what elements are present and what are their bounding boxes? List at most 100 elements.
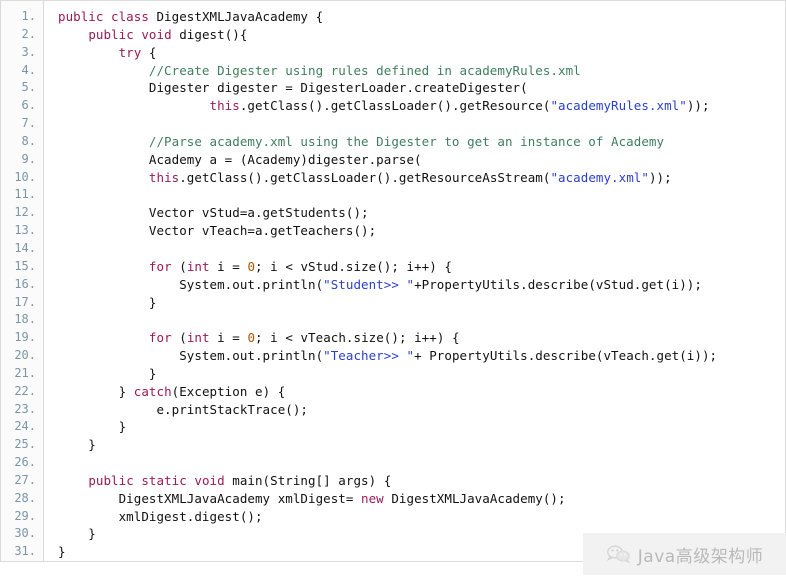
code-token-kw: int [186, 330, 210, 346]
code-line[interactable]: } [58, 418, 785, 436]
code-token-pln: digest(){ [179, 26, 248, 42]
code-token-pln: Digester digester = DigesterLoader.creat… [58, 80, 528, 96]
line-number: 3. [21, 44, 36, 59]
code-token-kw: new [361, 490, 384, 506]
code-line[interactable] [58, 311, 785, 329]
code-line[interactable]: public class DigestXMLJavaAcademy { [58, 8, 785, 26]
line-number: 7. [21, 116, 36, 131]
code-line[interactable]: xmlDigest.digest(); [58, 508, 785, 526]
wechat-logo-icon [606, 544, 632, 564]
code-line[interactable] [58, 115, 785, 133]
line-number: 6. [21, 98, 36, 113]
code-line[interactable]: System.out.println("Student>> "+Property… [58, 276, 785, 294]
code-line[interactable]: this.getClass().getClassLoader().getReso… [58, 97, 785, 115]
code-line[interactable]: this.getClass().getClassLoader().getReso… [58, 169, 785, 187]
code-token-pln: i = [209, 330, 248, 346]
code-token-str: "academy.xml" [550, 169, 649, 185]
line-number: 28. [14, 490, 36, 505]
code-line[interactable] [58, 186, 785, 204]
line-number: 11. [14, 187, 36, 202]
code-line[interactable]: for (int i = 0; i < vStud.size(); i++) { [58, 258, 785, 276]
code-line[interactable]: Vector vStud=a.getStudents(); [58, 204, 785, 222]
code-token-pln: DigestXMLJavaAcademy(); [383, 490, 566, 506]
code-token-str: "academyRules.xml" [550, 98, 687, 114]
line-number: 9. [21, 151, 36, 166]
code-token-pln: } [58, 294, 157, 310]
code-token-pln: e.printStackTrace(); [58, 401, 308, 417]
code-line[interactable]: for (int i = 0; i < vTeach.size(); i++) … [58, 329, 785, 347]
line-number: 23. [14, 401, 36, 416]
code-line[interactable]: } catch(Exception e) { [58, 383, 785, 401]
code-token-pln: +PropertyUtils.describe(vStud.get(i)); [414, 276, 702, 292]
code-content[interactable]: public class DigestXMLJavaAcademy { publ… [44, 1, 785, 561]
code-line[interactable]: Vector vTeach=a.getTeachers(); [58, 222, 785, 240]
code-line[interactable]: } [58, 294, 785, 312]
code-token-kw: this [209, 98, 240, 114]
code-token-kw: int [186, 258, 210, 274]
code-token-pln: { [141, 44, 157, 60]
code-token-pln: } [58, 526, 96, 542]
code-token-kw: public static void [88, 472, 233, 488]
code-token-pln: ; i < vStud.size(); i++) { [255, 258, 452, 274]
code-token-kw: for [148, 330, 172, 346]
code-line[interactable]: Digester digester = DigesterLoader.creat… [58, 79, 785, 97]
code-token-pln: .getClass().getClassLoader().getResource… [179, 169, 551, 185]
code-line[interactable]: //Parse academy.xml using the Digester t… [58, 133, 785, 151]
line-number: 26. [14, 455, 36, 470]
line-number: 2. [21, 26, 36, 41]
code-token-kw: for [148, 258, 172, 274]
line-number: 27. [14, 472, 36, 487]
line-number: 17. [14, 294, 36, 309]
code-token-pln [58, 27, 88, 42]
line-number: 8. [21, 133, 36, 148]
line-number: 19. [14, 330, 36, 345]
code-token-pln: ; i < vTeach.size(); i++) { [255, 330, 460, 346]
line-number: 31. [14, 544, 36, 559]
code-token-pln [58, 330, 149, 345]
code-token-pln: DigestXMLJavaAcademy xmlDigest= [58, 490, 362, 506]
code-token-str: "Student>> " [323, 276, 415, 292]
line-number: 30. [14, 526, 36, 541]
code-line[interactable]: DigestXMLJavaAcademy xmlDigest= new Dige… [58, 490, 785, 508]
code-token-kw: try [118, 44, 142, 60]
code-line[interactable]: public static void main(String[] args) { [58, 472, 785, 490]
code-block: 1. 2. 3. 4. 5. 6. 7. 8. 9. 10. 11. 12. 13. 14. 15. 16. 1… [0, 0, 786, 562]
code-token-pln [58, 473, 88, 488]
code-token-kw: public void [88, 26, 180, 42]
line-number: 21. [14, 365, 36, 380]
code-line[interactable]: public void digest(){ [58, 26, 785, 44]
line-number: 5. [21, 80, 36, 95]
code-line[interactable]: Academy a = (Academy)digester.parse( [58, 151, 785, 169]
code-token-kw: public class [58, 9, 157, 24]
line-number: 22. [14, 383, 36, 398]
line-number: 16. [14, 276, 36, 291]
code-token-pln [58, 170, 149, 185]
code-line[interactable]: System.out.println("Teacher>> "+ Propert… [58, 347, 785, 365]
code-line[interactable]: //Create Digester using rules defined in… [58, 62, 785, 80]
code-line[interactable]: } [58, 436, 785, 454]
code-line[interactable]: e.printStackTrace(); [58, 401, 785, 419]
code-line[interactable]: } [58, 365, 785, 383]
line-number: 25. [14, 437, 36, 452]
code-token-pln: )); [686, 98, 710, 114]
code-token-cmt: //Parse academy.xml using the Digester t… [58, 133, 665, 149]
code-token-str: "Teacher>> " [323, 348, 415, 364]
code-line[interactable]: try { [58, 44, 785, 62]
line-number: 24. [14, 419, 36, 434]
line-number: 10. [14, 169, 36, 184]
code-token-cmt: //Create Digester using rules defined in… [58, 62, 581, 78]
code-token-pln: Vector vTeach=a.getTeachers(); [58, 223, 377, 239]
line-number: 14. [14, 240, 36, 255]
code-line[interactable] [58, 240, 785, 258]
code-token-pln: ( [171, 330, 187, 346]
code-token-pln [58, 259, 149, 274]
watermark-label: Java高级架构师 [637, 546, 764, 567]
line-number: 29. [14, 508, 36, 523]
line-number: 1. [21, 9, 36, 23]
code-token-pln [58, 98, 210, 113]
code-token-pln: xmlDigest.digest(); [58, 508, 263, 524]
code-token-pln: (Exception e) { [171, 383, 286, 399]
code-line[interactable] [58, 454, 785, 472]
line-number: 18. [14, 312, 36, 327]
code-token-num: 0 [247, 258, 256, 274]
